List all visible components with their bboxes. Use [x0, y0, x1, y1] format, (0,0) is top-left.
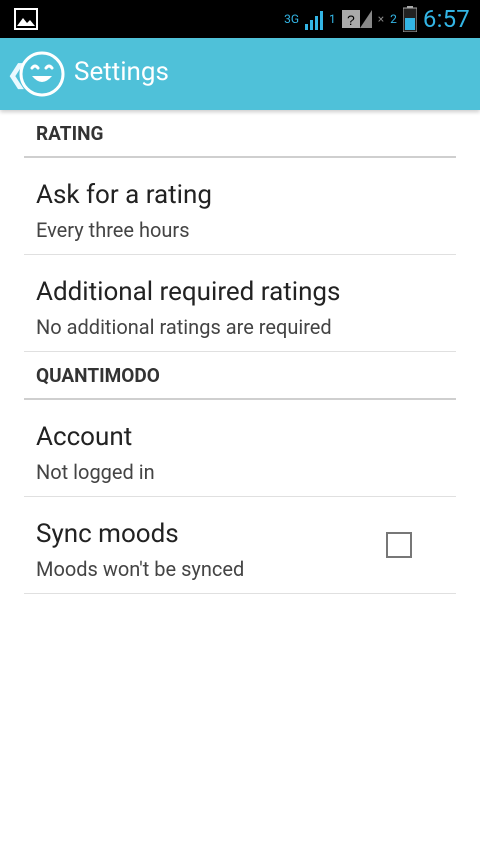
app-logo-smiley-icon[interactable] [18, 50, 66, 98]
section-header-rating: RATING [24, 110, 456, 158]
pref-summary: No additional ratings are required [36, 315, 332, 339]
preferences-list: RATING Ask for a rating Every three hour… [0, 110, 480, 594]
pref-title: Account [36, 422, 133, 452]
sim1-label: 1 [329, 12, 336, 26]
pref-title: Sync moods [36, 519, 179, 549]
pref-account[interactable]: Account Not logged in [24, 400, 456, 497]
pref-sync-moods[interactable]: Sync moods Moods won't be synced [24, 497, 456, 594]
svg-text:?: ? [347, 12, 355, 28]
status-bar: 3G 1 ? × 2 6:57 [0, 0, 480, 38]
action-bar: ❮ Settings [0, 38, 480, 110]
section-header-quantimodo: QUANTIMODO [24, 352, 456, 400]
network-type: 3G [284, 12, 300, 26]
sim-unknown-icon: ? [341, 10, 372, 28]
pref-summary: Not logged in [36, 460, 155, 484]
status-right: 3G 1 ? × 2 6:57 [284, 0, 470, 38]
pref-additional-required-ratings[interactable]: Additional required ratings No additiona… [24, 255, 456, 352]
pref-title: Ask for a rating [36, 180, 212, 210]
no-signal-x-icon: × [377, 12, 385, 26]
pref-title: Additional required ratings [36, 277, 341, 307]
pref-summary: Every three hours [36, 218, 190, 242]
pref-summary: Moods won't be synced [36, 557, 245, 581]
page-title: Settings [74, 57, 169, 87]
pref-ask-for-rating[interactable]: Ask for a rating Every three hours [24, 158, 456, 255]
sync-moods-checkbox[interactable] [386, 532, 412, 558]
clock: 6:57 [422, 5, 470, 33]
gallery-icon [14, 8, 38, 30]
battery-icon [402, 6, 417, 32]
signal-strength-icon [305, 11, 324, 30]
sim2-label: 2 [390, 12, 397, 26]
